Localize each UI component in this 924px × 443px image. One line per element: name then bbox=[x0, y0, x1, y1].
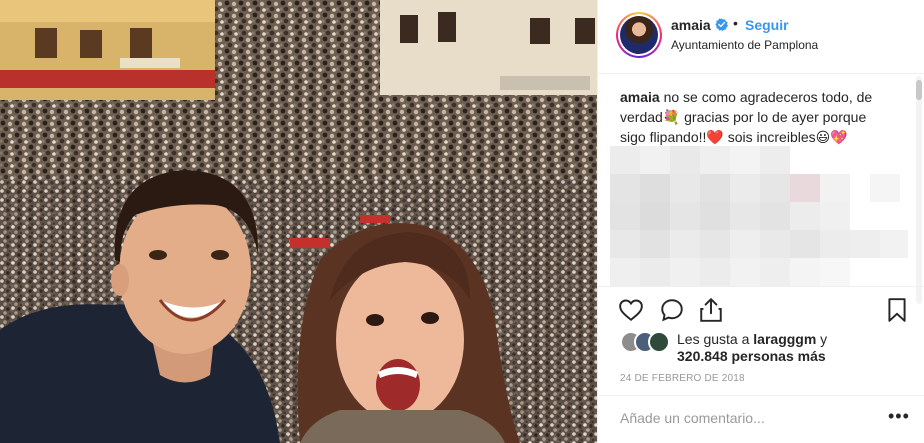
separator-dot: • bbox=[733, 15, 738, 31]
liker-avatars bbox=[620, 331, 672, 353]
bookmark-icon[interactable] bbox=[884, 297, 910, 323]
profile-avatar[interactable] bbox=[616, 12, 662, 58]
post-header: amaia • Seguir Ayuntamiento de Pamplona bbox=[598, 0, 924, 74]
heart-icon[interactable] bbox=[618, 297, 644, 323]
likes-count[interactable]: 320.848 personas más bbox=[677, 348, 826, 364]
likes-summary: Les gusta a laragggm y 320.848 personas … bbox=[620, 328, 920, 368]
comment-input[interactable] bbox=[620, 410, 860, 426]
scrollbar-thumb[interactable] bbox=[916, 80, 922, 100]
post-caption: amaia no se como agradeceros todo, de ve… bbox=[620, 87, 890, 147]
location-link[interactable]: Ayuntamiento de Pamplona bbox=[671, 38, 818, 52]
comment-bubble-icon[interactable] bbox=[659, 297, 685, 323]
post-photo[interactable] bbox=[0, 0, 597, 443]
caption-username[interactable]: amaia bbox=[620, 89, 660, 105]
post-actions bbox=[598, 286, 924, 330]
liker-avatar bbox=[648, 331, 670, 353]
selfie-crowd-photo bbox=[0, 0, 597, 443]
comment-bar: ••• bbox=[598, 395, 924, 443]
share-icon[interactable] bbox=[698, 297, 724, 323]
avatar-image bbox=[620, 16, 658, 54]
liker-username[interactable]: laragggm bbox=[753, 331, 816, 347]
follow-button[interactable]: Seguir bbox=[745, 17, 789, 33]
comments-scrollbar[interactable] bbox=[916, 76, 922, 304]
more-dots-icon[interactable]: ••• bbox=[888, 406, 910, 427]
blurred-comments bbox=[610, 146, 908, 286]
verified-badge-icon bbox=[715, 18, 728, 31]
header-username[interactable]: amaia bbox=[671, 17, 711, 33]
post-detail-panel: amaia • Seguir Ayuntamiento de Pamplona … bbox=[597, 0, 924, 443]
likes-line: Les gusta a laragggm y bbox=[677, 331, 828, 347]
post-date[interactable]: 24 DE FEBRERO DE 2018 bbox=[620, 373, 745, 384]
